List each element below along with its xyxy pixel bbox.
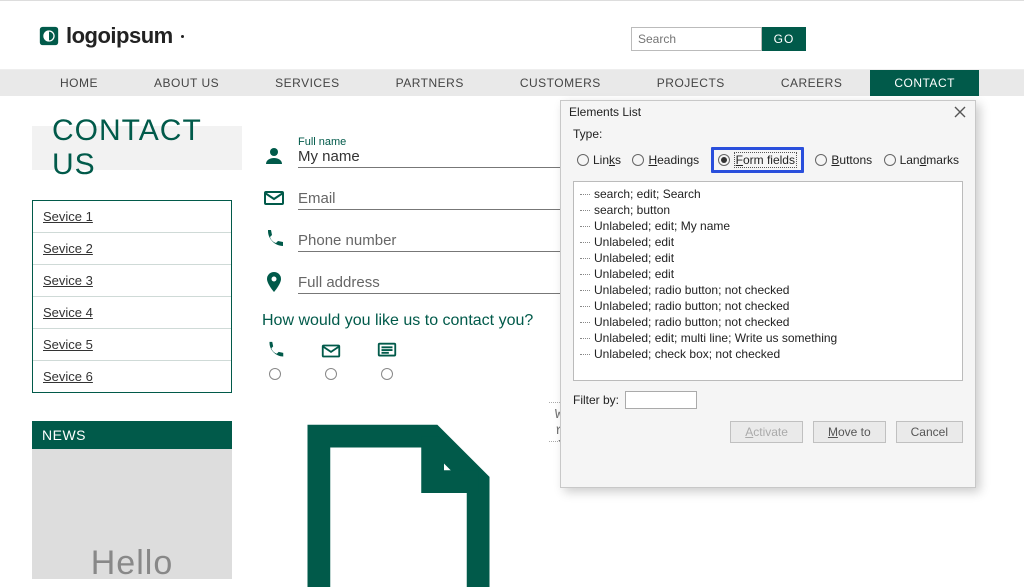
news-header: NEWS [32,421,232,449]
page-title-wrap: CONTACT US [32,126,242,170]
activate-button[interactable]: Activate [730,421,803,443]
nav-services[interactable]: SERVICES [247,70,367,96]
list-item[interactable]: Unlabeled; radio button; not checked [580,314,956,330]
list-item[interactable]: Unlabeled; edit [580,234,956,250]
type-buttons[interactable]: Buttons [815,147,872,173]
logo[interactable]: logoipsum [38,23,184,49]
nav-projects[interactable]: PROJECTS [629,70,753,96]
side-item-3[interactable]: Sevice 3 [33,265,231,297]
radio-email[interactable] [325,368,337,380]
logo-icon [38,25,60,47]
search-go-button[interactable]: GO [762,27,806,51]
type-landmarks[interactable]: Landmarks [884,147,959,173]
elements-list-dialog: Elements List Type: Links Headings Form … [560,100,976,488]
list-item[interactable]: Unlabeled; edit; multi line; Write us so… [580,330,956,346]
logo-text: logoipsum [66,23,173,49]
list-item[interactable]: Unlabeled; edit [580,266,956,282]
news-image: Hello [32,449,232,579]
person-icon [262,144,286,168]
search-input[interactable] [631,27,762,51]
cancel-button[interactable]: Cancel [896,421,963,443]
list-item[interactable]: Unlabeled; edit; My name [580,218,956,234]
side-menu: Sevice 1 Sevice 2 Sevice 3 Sevice 4 Sevi… [32,200,232,393]
list-item[interactable]: search; button [580,202,956,218]
contact-method-prompt: How would you like us to contact you? [262,312,562,330]
side-item-4[interactable]: Sevice 4 [33,297,231,329]
list-item[interactable]: Unlabeled; radio button; not checked [580,298,956,314]
type-formfields[interactable]: Form fields [711,147,804,173]
phone-choice-icon [264,340,286,362]
dialog-type-label: Type: [573,127,963,141]
filter-input[interactable] [625,391,697,409]
chat-choice-icon [376,340,398,362]
type-headings[interactable]: Headings [632,147,699,173]
mail-choice-icon [320,340,342,362]
nav-about[interactable]: ABOUT US [126,70,247,96]
filter-label: Filter by: [573,393,619,407]
type-links[interactable]: Links [577,147,621,173]
page-title: CONTACT US [52,114,242,182]
list-item[interactable]: search; edit; Search [580,186,956,202]
list-item[interactable]: Unlabeled; edit [580,250,956,266]
nav-home[interactable]: HOME [32,70,126,96]
phone-icon [262,228,286,252]
nav-careers[interactable]: CAREERS [753,70,871,96]
fullname-input[interactable] [298,146,562,168]
nav-contact[interactable]: CONTACT [870,70,979,96]
close-icon[interactable] [953,105,967,119]
radio-phone[interactable] [269,368,281,380]
news-hello: Hello [32,544,232,583]
elements-list[interactable]: search; edit; Search search; button Unla… [573,181,963,381]
dialog-title: Elements List [569,105,641,119]
list-item[interactable]: Unlabeled; radio button; not checked [580,282,956,298]
side-item-1[interactable]: Sevice 1 [33,201,231,233]
nav-customers[interactable]: CUSTOMERS [492,70,629,96]
side-item-6[interactable]: Sevice 6 [33,361,231,392]
list-item[interactable]: Unlabeled; check box; not checked [580,346,956,362]
side-item-2[interactable]: Sevice 2 [33,233,231,265]
moveto-button[interactable]: Move to [813,421,886,443]
note-icon [262,402,535,587]
email-input[interactable] [298,188,562,210]
radio-chat[interactable] [381,368,393,380]
mail-icon [262,186,286,210]
main-nav: HOME ABOUT US SERVICES PARTNERS CUSTOMER… [0,70,1024,96]
location-icon [262,270,286,294]
address-input[interactable] [298,272,562,294]
nav-partners[interactable]: PARTNERS [368,70,492,96]
side-item-5[interactable]: Sevice 5 [33,329,231,361]
phone-input[interactable] [298,230,562,252]
